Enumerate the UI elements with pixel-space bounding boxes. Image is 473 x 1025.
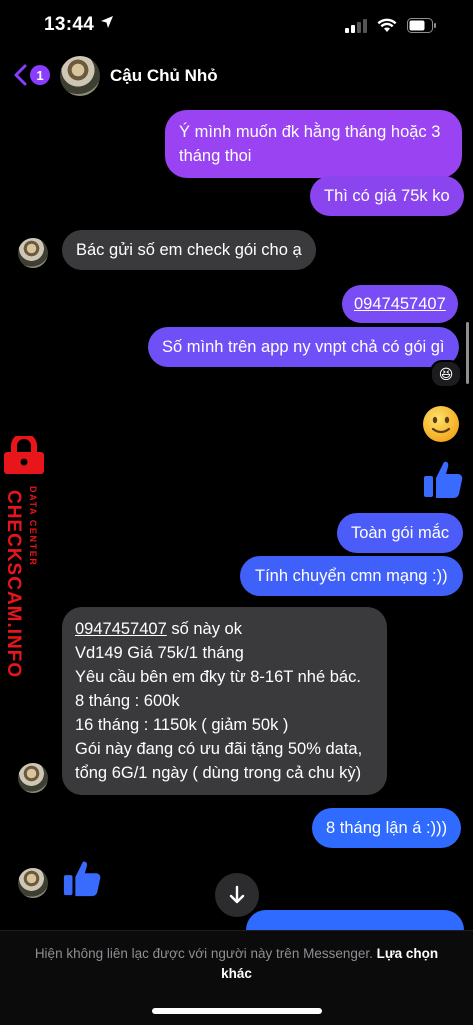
emoji-smile[interactable]	[422, 405, 460, 443]
message-bubble-out[interactable]: Ý mình muốn đk hằng tháng hoặc 3 tháng t…	[165, 110, 462, 178]
message-bubble-in[interactable]: Bác gửi số em check gói cho ạ	[62, 230, 316, 270]
message-bubble-in-multiline[interactable]: 0947457407 số này ok Vd149 Giá 75k/1 thá…	[62, 607, 387, 795]
message-line: tổng 6G/1 ngày ( dùng trong cả chu kỳ)	[75, 764, 362, 782]
thumbs-up-icon	[424, 461, 463, 498]
message-reaction[interactable]: 😆	[430, 360, 462, 388]
message-line: Gói này đang có ưu đãi tặng 50% data,	[75, 740, 363, 758]
message-bubble-out[interactable]: 8 tháng lận á :)))	[312, 808, 462, 848]
unavailable-notice: Hiện không liên lạc được với người này t…	[34, 946, 439, 981]
phone-link[interactable]: 0947457407	[75, 620, 167, 638]
message-bubble-out[interactable]: Tính chuyển cmn mạng :))	[240, 556, 463, 596]
message-bubble-out[interactable]: Toàn gói mắc	[337, 513, 464, 553]
scroll-to-bottom-button[interactable]	[215, 873, 259, 917]
contact-avatar-small	[18, 238, 48, 268]
message-bubble-out[interactable]: 0947457407	[342, 285, 458, 323]
arrow-down-icon	[229, 885, 245, 904]
thumbs-up-icon	[63, 861, 101, 897]
message-line: 0947457407 số này ok	[75, 620, 242, 638]
status-time: 13:44	[44, 14, 114, 36]
watermark-subtext: DATA CENTER	[28, 486, 38, 567]
signal-icon	[345, 18, 367, 33]
location-arrow-icon	[100, 16, 113, 28]
wifi-icon	[377, 18, 397, 32]
watermark-text: CHECKSCAM.INFO	[3, 490, 24, 679]
message-line: Vd149 Giá 75k/1 tháng	[75, 644, 244, 662]
message-bubble-out[interactable]: Thì có giá 75k ko	[310, 176, 464, 216]
message-line: 8 tháng : 600k	[75, 692, 180, 710]
lock-icon	[4, 436, 44, 474]
message-line: Yêu cầu bên em đky từ 8-16T nhé bác.	[75, 668, 361, 686]
contact-name[interactable]: Cậu Chủ Nhỏ	[110, 66, 218, 86]
home-indicator[interactable]	[152, 1008, 322, 1014]
like-sticker-incoming[interactable]	[62, 858, 102, 898]
status-icons	[345, 18, 437, 33]
message-bubble-out[interactable]: Số mình trên app ny vnpt chả có gói gì	[148, 327, 459, 367]
contact-avatar[interactable]	[60, 56, 100, 96]
contact-avatar-small	[18, 763, 48, 793]
scrollbar[interactable]	[466, 322, 469, 384]
like-sticker[interactable]	[422, 458, 464, 500]
unread-badge: 1	[30, 65, 50, 85]
battery-icon	[407, 18, 436, 33]
back-button[interactable]: 1	[12, 64, 50, 86]
contact-avatar-small	[18, 868, 48, 898]
message-line: 16 tháng : 1150k ( giảm 50k )	[75, 716, 289, 734]
chevron-left-icon	[14, 64, 27, 86]
slightly-smiling-face-icon	[423, 406, 459, 442]
